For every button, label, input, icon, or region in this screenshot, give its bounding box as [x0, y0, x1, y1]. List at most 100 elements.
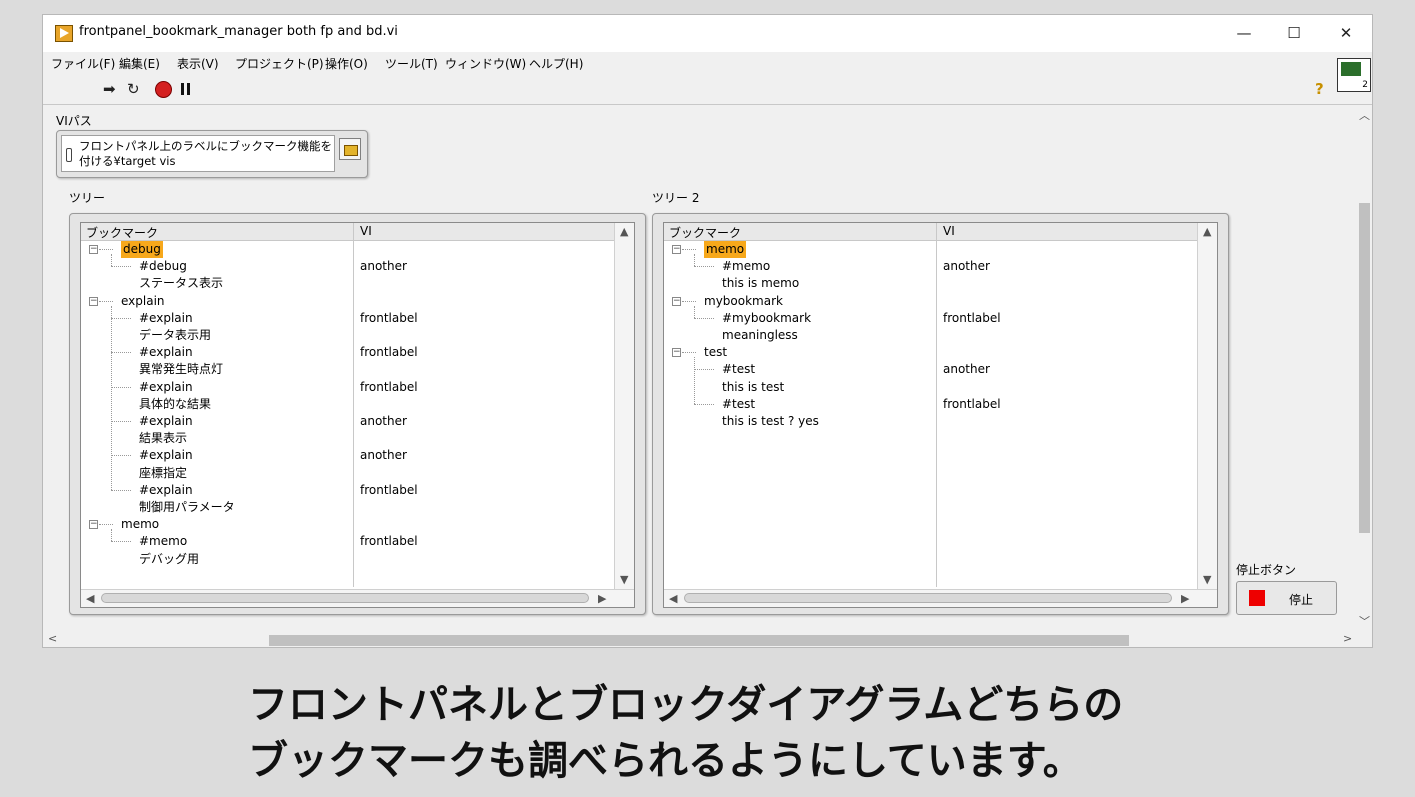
- menu-edit[interactable]: 編集(E): [119, 55, 160, 72]
- tree2-scroll-left-icon[interactable]: ◀: [669, 592, 677, 605]
- browse-folder-icon[interactable]: [339, 138, 361, 160]
- tree-row[interactable]: #explain frontlabel: [81, 482, 614, 499]
- tree-row[interactable]: #explain frontlabel: [81, 344, 614, 361]
- panel-scroll-up-icon[interactable]: ︿: [1359, 107, 1370, 123]
- tree-item-label: 異常発生時点灯: [139, 362, 224, 377]
- tree-row[interactable]: #explain frontlabel: [81, 310, 614, 327]
- tree-row[interactable]: − explain: [81, 293, 614, 310]
- tree1-col-vi[interactable]: VI: [360, 224, 372, 238]
- collapse-icon[interactable]: −: [672, 348, 681, 358]
- tree-row[interactable]: #test frontlabel: [664, 396, 1197, 413]
- menu-file[interactable]: ファイル(F): [51, 55, 115, 72]
- tree-row[interactable]: #explain frontlabel: [81, 379, 614, 396]
- tree2-col-bookmark[interactable]: ブックマーク: [669, 224, 741, 241]
- tree-item-label: this is test: [722, 379, 785, 394]
- run-continuous-icon[interactable]: ↻: [127, 81, 140, 97]
- maximize-button[interactable]: ☐: [1269, 15, 1319, 52]
- tree-row[interactable]: − memo: [664, 241, 1197, 258]
- tree2-scroll-up-icon[interactable]: ▲: [1203, 225, 1211, 238]
- menu-project[interactable]: プロジェクト(P): [235, 55, 324, 72]
- tree2-col-vi[interactable]: VI: [943, 224, 955, 238]
- tree-row[interactable]: 座標指定: [81, 465, 614, 482]
- panel-scroll-down-icon[interactable]: ﹀: [1359, 613, 1370, 629]
- tree-item-label: #debug: [139, 259, 187, 274]
- context-help-icon[interactable]: ?: [1315, 80, 1324, 98]
- panel-vscroll-thumb[interactable]: [1359, 203, 1370, 533]
- panel-scroll-right-icon[interactable]: >: [1343, 632, 1352, 645]
- tree-row[interactable]: − memo: [81, 516, 614, 533]
- menu-help[interactable]: ヘルプ(H): [529, 55, 583, 72]
- menu-operate[interactable]: 操作(O): [325, 55, 368, 72]
- tree-connector: [111, 529, 112, 542]
- collapse-icon[interactable]: −: [672, 245, 681, 254]
- panel-hscroll-thumb[interactable]: [269, 635, 1129, 646]
- tree1-col-bookmark[interactable]: ブックマーク: [86, 224, 158, 241]
- tree-row[interactable]: − test: [664, 344, 1197, 361]
- tree2-view[interactable]: ブックマーク VI − memo #memo another this is memo −…: [663, 222, 1218, 608]
- tree-item-label: デバッグ用: [139, 551, 200, 566]
- panel-vertical-scrollbar[interactable]: ︿ ﹀: [1355, 105, 1372, 631]
- tree-row[interactable]: デバッグ用: [81, 551, 614, 568]
- tree-row[interactable]: meaningless: [664, 327, 1197, 344]
- tree1-scroll-right-icon[interactable]: ▶: [598, 592, 606, 605]
- tree-row[interactable]: 具体的な結果: [81, 396, 614, 413]
- minimize-button[interactable]: —: [1219, 15, 1269, 52]
- abort-execution-icon[interactable]: [155, 81, 172, 98]
- tree-row[interactable]: #explain another: [81, 413, 614, 430]
- tree-row[interactable]: − debug: [81, 241, 614, 258]
- tree1-label: ツリー: [69, 191, 106, 205]
- collapse-icon[interactable]: −: [89, 520, 98, 530]
- tree-row[interactable]: #test another: [664, 361, 1197, 378]
- tree1-header: ブックマーク VI: [81, 223, 614, 241]
- tree-row[interactable]: #memo frontlabel: [81, 533, 614, 550]
- run-arrow-icon[interactable]: ➡: [103, 81, 116, 97]
- tree2-horizontal-scrollbar[interactable]: ◀ ▶: [664, 589, 1217, 607]
- tree1-horizontal-scrollbar[interactable]: ◀ ▶: [81, 589, 634, 607]
- tree-item-label: #memo: [722, 259, 771, 274]
- tree-row[interactable]: 異常発生時点灯: [81, 361, 614, 378]
- tree1-scroll-down-icon[interactable]: ▼: [620, 573, 628, 586]
- tree2-hscroll-thumb[interactable]: [684, 593, 1172, 603]
- collapse-icon[interactable]: −: [89, 245, 98, 254]
- collapse-icon[interactable]: −: [89, 296, 98, 306]
- tree-row[interactable]: ステータス表示: [81, 275, 614, 292]
- tree-connector: [694, 369, 714, 371]
- menu-tools[interactable]: ツール(T): [385, 55, 438, 72]
- menu-window[interactable]: ウィンドウ(W): [445, 55, 526, 72]
- tree1-hscroll-thumb[interactable]: [101, 593, 589, 603]
- tree-row[interactable]: #explain another: [81, 447, 614, 464]
- tree-row[interactable]: データ表示用: [81, 327, 614, 344]
- tree-row[interactable]: this is memo: [664, 275, 1197, 292]
- tree-row[interactable]: #mybookmark frontlabel: [664, 310, 1197, 327]
- vi-path-control: フロントパネル上のラベルにブックマーク機能を付ける¥target vis: [56, 130, 368, 178]
- tree-row[interactable]: − mybookmark: [664, 293, 1197, 310]
- collapse-icon[interactable]: −: [672, 296, 681, 306]
- tree1-scroll-up-icon[interactable]: ▲: [620, 225, 628, 238]
- tree2-scroll-down-icon[interactable]: ▼: [1203, 573, 1211, 586]
- menu-view[interactable]: 表示(V): [177, 55, 219, 72]
- tree-item-vi: frontlabel: [360, 310, 418, 325]
- tree-item-vi: frontlabel: [360, 345, 418, 360]
- tree2-scroll-right-icon[interactable]: ▶: [1181, 592, 1189, 605]
- tree-item-label: 具体的な結果: [139, 396, 212, 411]
- panel-horizontal-scrollbar[interactable]: < >: [43, 631, 1355, 647]
- tree-row[interactable]: this is test: [664, 379, 1197, 396]
- tree-row[interactable]: 制御用パラメータ: [81, 499, 614, 516]
- vi-path-field[interactable]: フロントパネル上のラベルにブックマーク機能を付ける¥target vis: [61, 135, 335, 172]
- tree1-vertical-scrollbar[interactable]: ▲ ▼: [614, 223, 634, 589]
- tree-item-label: this is test ? yes: [722, 414, 819, 428]
- close-button[interactable]: ✕: [1321, 15, 1371, 52]
- tree-row[interactable]: 結果表示: [81, 430, 614, 447]
- pause-icon[interactable]: [181, 83, 191, 95]
- tree2-vertical-scrollbar[interactable]: ▲ ▼: [1197, 223, 1217, 589]
- tree1-view[interactable]: ブックマーク VI − debug #debug another ステータス表示 − exp…: [80, 222, 635, 608]
- tree2-control: ブックマーク VI − memo #memo another this is memo −…: [652, 213, 1229, 615]
- tree-row[interactable]: #debug another: [81, 258, 614, 275]
- tree-item-label: this is memo: [722, 276, 800, 291]
- stop-button[interactable]: 停止: [1236, 581, 1337, 615]
- panel-scroll-left-icon[interactable]: <: [48, 632, 57, 645]
- tree-row[interactable]: #memo another: [664, 258, 1197, 275]
- tree-row[interactable]: this is test ? yes: [664, 413, 1197, 430]
- tree1-scroll-left-icon[interactable]: ◀: [86, 592, 94, 605]
- caption-line-2: ブックマークも調べられるようにしています。: [248, 738, 1083, 784]
